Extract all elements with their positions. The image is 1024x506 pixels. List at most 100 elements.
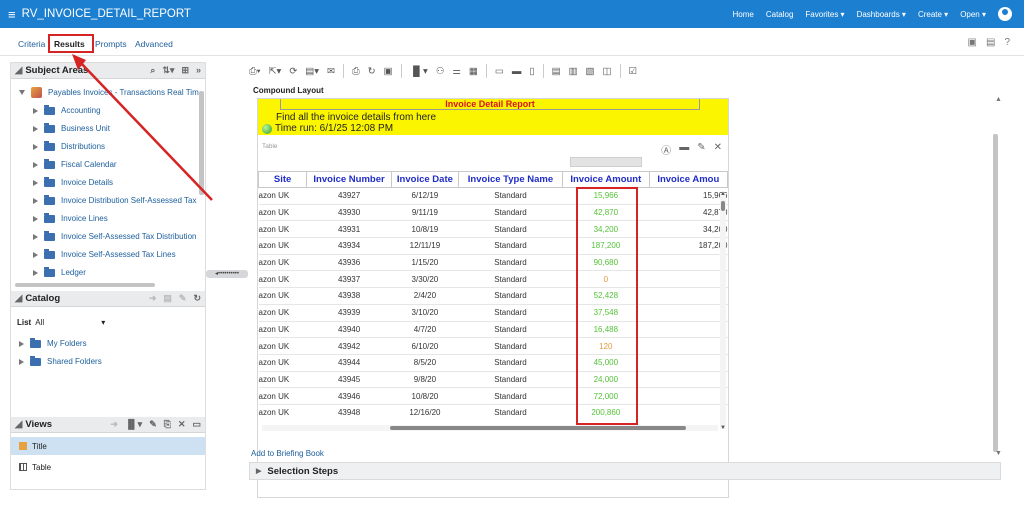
- duplicate-icon[interactable]: ⎘: [164, 419, 171, 430]
- page-options-icon[interactable]: ▧: [586, 66, 595, 77]
- tab-prompts[interactable]: Prompts: [95, 39, 127, 49]
- edit-analysis-icon[interactable]: ☑: [629, 66, 638, 77]
- nav-open[interactable]: Open ▾: [960, 10, 986, 19]
- tab-criteria[interactable]: Criteria: [18, 39, 45, 49]
- table-row[interactable]: azon UK 43931 10/8/19 Standard 34,200 34,200: [258, 220, 728, 239]
- format-text-icon[interactable]: Ⓐ: [661, 142, 671, 157]
- tree-item-ledger[interactable]: Ledger: [33, 266, 86, 277]
- list-select[interactable]: All ▾: [35, 318, 105, 327]
- refresh-icon[interactable]: ↻: [368, 66, 376, 77]
- delete-icon[interactable]: ✕: [178, 419, 186, 430]
- mail-icon[interactable]: ✉: [327, 66, 335, 77]
- tree-item-accounting[interactable]: Accounting: [33, 104, 101, 115]
- collapse-icon[interactable]: ◢: [15, 65, 22, 76]
- menu-icon[interactable]: ≡: [8, 7, 16, 22]
- add-to-briefing-book-link[interactable]: Add to Briefing Book: [251, 449, 324, 458]
- nav-home[interactable]: Home: [733, 10, 754, 19]
- table-row[interactable]: azon UK 43948 12/16/20 Standard 200,860: [258, 404, 728, 421]
- table-vscroll-thumb[interactable]: [721, 201, 725, 211]
- table-row[interactable]: azon UK 43944 8/5/20 Standard 45,000: [258, 354, 728, 372]
- table-row[interactable]: azon UK 43945 9/8/20 Standard 24,000: [258, 371, 728, 389]
- view-item-title[interactable]: Title: [11, 437, 205, 455]
- table-hscroll-track[interactable]: [262, 425, 718, 431]
- copy-results-icon[interactable]: ▤▾: [305, 66, 319, 77]
- main-vscroll[interactable]: [993, 134, 998, 452]
- format-container-icon[interactable]: ▬: [679, 142, 689, 157]
- table-hscroll-thumb[interactable]: [390, 426, 686, 430]
- add-view-icon[interactable]: ➜: [110, 419, 118, 430]
- subject-area-root[interactable]: Payables Invoices - Transactions Real Ti…: [19, 87, 199, 98]
- subject-areas-hscroll[interactable]: [15, 283, 155, 287]
- nav-dashboards[interactable]: Dashboards ▾: [857, 10, 906, 19]
- col-invoice-amount-2[interactable]: Invoice Amou: [648, 171, 728, 188]
- save-icon[interactable]: ▣: [968, 37, 977, 48]
- nav-create[interactable]: Create ▾: [918, 10, 948, 19]
- go-icon[interactable]: ➜: [149, 293, 157, 304]
- tree-item-shared-folders[interactable]: Shared Folders: [19, 355, 102, 366]
- text-icon[interactable]: ▭: [495, 66, 504, 77]
- edit-view-icon[interactable]: ✎: [697, 142, 705, 157]
- tree-item-my-folders[interactable]: My Folders: [19, 337, 87, 348]
- col-invoice-number[interactable]: Invoice Number: [306, 171, 392, 188]
- search-icon[interactable]: ⌕: [150, 65, 155, 76]
- compound-layout-icon[interactable]: ▤: [552, 66, 561, 77]
- tab-advanced[interactable]: Advanced: [135, 39, 173, 49]
- col-invoice-type[interactable]: Invoice Type Name: [457, 171, 564, 188]
- selection-steps-icon[interactable]: ⚌: [452, 66, 461, 77]
- nav-catalog[interactable]: Catalog: [766, 10, 794, 19]
- subject-areas-scrollbar[interactable]: [199, 91, 204, 195]
- table-row[interactable]: azon UK 43940 4/7/20 Standard 16,488: [258, 321, 728, 339]
- collapse-icon[interactable]: ◢: [15, 419, 22, 430]
- col-site[interactable]: Site: [258, 171, 308, 188]
- help-icon[interactable]: ?: [1004, 37, 1010, 48]
- filters-icon[interactable]: ⚇: [436, 66, 445, 77]
- nav-favorites[interactable]: Favorites ▾: [805, 10, 844, 19]
- sort-icon[interactable]: ⇅▾: [162, 65, 174, 76]
- column-drag-handle[interactable]: [570, 157, 642, 167]
- edit-icon[interactable]: ✎: [179, 293, 187, 304]
- print-options-icon[interactable]: ▥: [569, 66, 578, 77]
- table-row[interactable]: azon UK 43939 3/10/20 Standard 37,548: [258, 304, 728, 322]
- remove-view-icon[interactable]: ✕: [714, 142, 722, 157]
- layout-icon[interactable]: ▯: [529, 66, 534, 77]
- scroll-down-icon[interactable]: ▼: [720, 425, 726, 431]
- tree-item-invoice-sat-distribution[interactable]: Invoice Self-Assessed Tax Distribution: [33, 230, 196, 241]
- copy-icon[interactable]: ▤: [163, 293, 172, 304]
- selection-steps-bar[interactable]: ▶ Selection Steps: [249, 462, 1001, 480]
- save-as-icon[interactable]: ▤: [986, 37, 995, 48]
- tree-item-invoice-sat-lines[interactable]: Invoice Self-Assessed Tax Lines: [33, 248, 176, 259]
- table-vscroll-track[interactable]: ▲ ▼: [720, 191, 726, 431]
- tree-item-invoice-distribution-sat[interactable]: Invoice Distribution Self-Assessed Tax: [33, 194, 196, 205]
- rename-icon[interactable]: ▭: [192, 419, 201, 430]
- collapse-icon[interactable]: ◢: [15, 293, 22, 304]
- image-icon[interactable]: ▬: [512, 66, 522, 77]
- tree-item-distributions[interactable]: Distributions: [33, 140, 105, 151]
- table-row[interactable]: azon UK 43937 3/30/20 Standard 0: [258, 270, 728, 289]
- table-row[interactable]: azon UK 43936 1/15/20 Standard 90,680: [258, 254, 728, 272]
- table-row[interactable]: azon UK 43934 12/11/19 Standard 187,200 187,2…: [258, 237, 728, 255]
- table-row[interactable]: azon UK 43942 6/10/20 Standard 120: [258, 337, 728, 355]
- table-row[interactable]: azon UK 43946 10/8/20 Standard 72,000: [258, 387, 728, 405]
- col-invoice-amount[interactable]: Invoice Amount: [562, 171, 650, 188]
- tree-item-business-unit[interactable]: Business Unit: [33, 122, 110, 133]
- new-view-icon[interactable]: ▐▌▾: [410, 66, 428, 77]
- split-icon[interactable]: ◫: [603, 66, 612, 77]
- print-preview-icon[interactable]: ⎙: [352, 66, 360, 77]
- preview-icon[interactable]: ▣: [384, 66, 393, 77]
- refresh-results-icon[interactable]: ⟳: [289, 66, 297, 77]
- main-scroll-up-icon[interactable]: ▲: [995, 96, 1002, 103]
- view-item-table[interactable]: Table: [11, 458, 205, 476]
- user-avatar-icon[interactable]: [998, 7, 1012, 21]
- scroll-up-icon[interactable]: ▲: [720, 191, 726, 197]
- tree-item-fiscal-calendar[interactable]: Fiscal Calendar: [33, 158, 117, 169]
- expand-icon[interactable]: »: [196, 65, 201, 76]
- edit-view-icon[interactable]: ✎: [149, 419, 157, 430]
- tree-item-invoice-details[interactable]: Invoice Details: [33, 176, 113, 187]
- print-icon[interactable]: ⎙▾: [249, 66, 261, 77]
- table-row[interactable]: azon UK 43938 2/4/20 Standard 52,428: [258, 287, 728, 305]
- properties-icon[interactable]: ⊞: [181, 65, 189, 76]
- column-selector-icon[interactable]: ▦: [469, 66, 478, 77]
- tree-item-invoice-lines[interactable]: Invoice Lines: [33, 212, 108, 223]
- table-row[interactable]: azon UK 43930 9/11/19 Standard 42,870 42,870: [258, 204, 728, 222]
- splitter-handle[interactable]: ◂••••••••••: [206, 270, 248, 278]
